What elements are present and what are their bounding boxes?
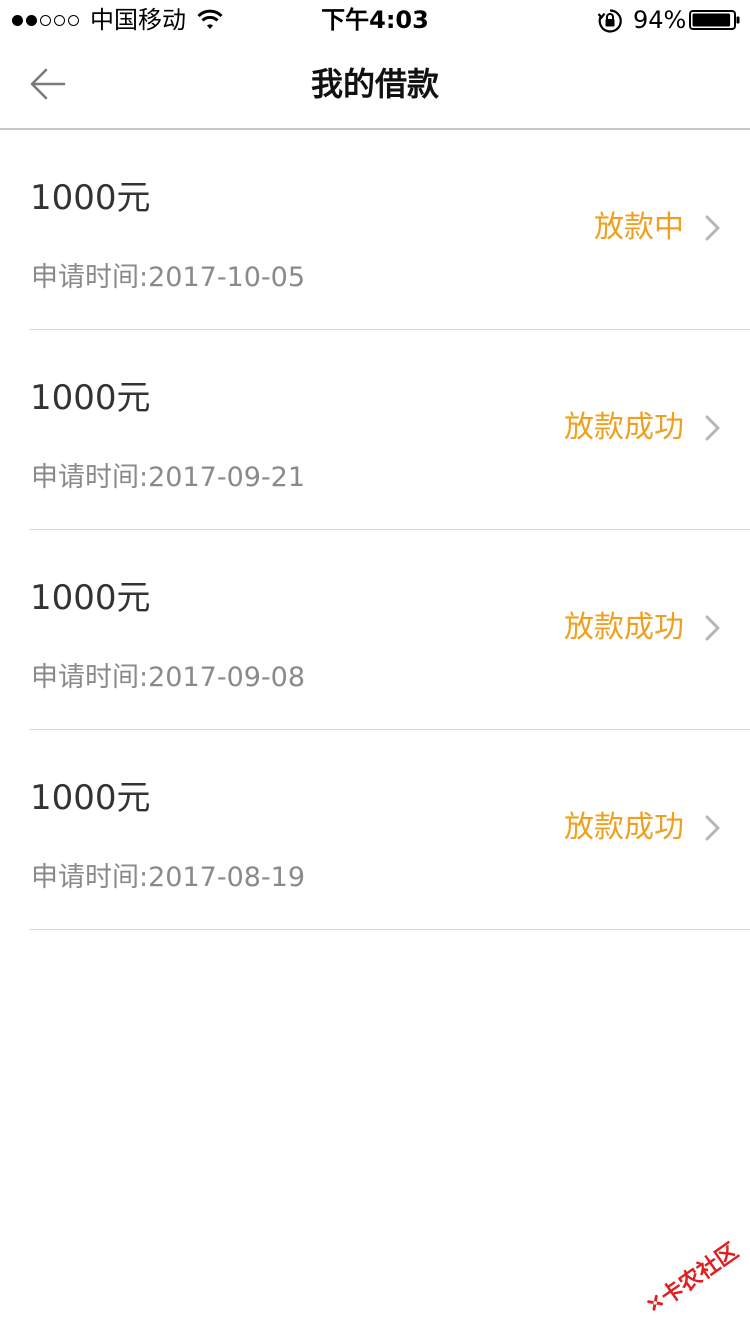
battery-icon [689,10,740,30]
navigation-bar: 我的借款 [0,40,750,130]
loan-status: 放款成功 [564,610,684,645]
watermark-logo: 卡农社区 [628,1217,750,1337]
loan-apply-date: 申请时间:2017-09-08 [31,660,305,696]
loan-status: 放款成功 [564,410,684,445]
loan-status: 放款中 [594,210,684,245]
chevron-right-icon [705,215,720,241]
loan-list-item[interactable]: 1000元 申请时间:2017-08-19 放款成功 [0,730,750,930]
apply-date-value: 2017-09-08 [148,662,306,693]
chevron-right-icon [705,615,720,641]
loan-list-item[interactable]: 1000元 申请时间:2017-09-21 放款成功 [0,330,750,530]
apply-date-value: 2017-10-05 [148,262,306,293]
loan-status: 放款成功 [564,810,684,845]
page-title: 我的借款 [310,65,439,103]
rotation-lock-icon [597,9,622,33]
loan-amount: 1000元 [30,578,151,618]
chevron-right-icon [705,415,720,441]
apply-date-value: 2017-09-21 [148,462,306,493]
watermark-text: 卡农社区 [656,1238,744,1310]
loan-apply-date: 申请时间:2017-09-21 [31,460,305,496]
loan-list-item[interactable]: 1000元 申请时间:2017-10-05 放款中 [0,130,750,330]
loan-amount: 1000元 [30,378,151,418]
battery-percentage: 94% [633,6,687,34]
loan-list-item[interactable]: 1000元 申请时间:2017-09-08 放款成功 [0,530,750,730]
apply-date-label: 申请时间: [31,862,149,893]
loan-amount: 1000元 [30,778,151,818]
apply-date-label: 申请时间: [31,662,149,693]
status-bar: 中国移动 下午4:03 94% [0,0,750,40]
chevron-right-icon [705,815,720,841]
loan-list: 1000元 申请时间:2017-10-05 放款中 1000元 申请时间:201… [0,130,750,930]
apply-date-label: 申请时间: [31,262,149,293]
loan-apply-date: 申请时间:2017-10-05 [31,260,305,296]
apply-date-value: 2017-08-19 [148,862,306,893]
loan-apply-date: 申请时间:2017-08-19 [31,860,305,896]
loan-amount: 1000元 [30,178,151,218]
apply-date-label: 申请时间: [31,462,149,493]
